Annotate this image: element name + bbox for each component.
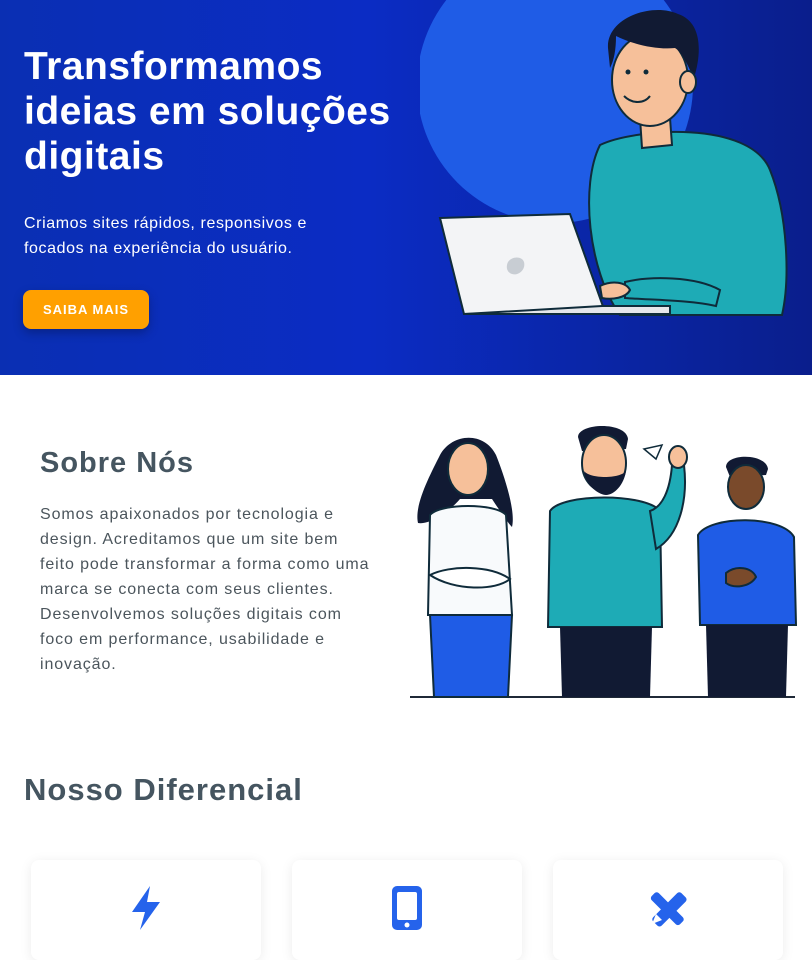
mobile-icon [392,886,422,930]
about-text: Somos apaixonados por tecnologia e desig… [40,506,370,673]
person-with-laptop-illustration [420,0,788,316]
differential-card-design [553,860,783,960]
differential-card-speed [31,860,261,960]
hero-title: Transformamos ideias em soluções digitai… [24,45,391,178]
hero-subtitle: Criamos sites rápidos, responsivos e foc… [24,215,308,257]
team-of-three-illustration [410,426,798,698]
lightning-icon [132,886,160,930]
design-tools-icon [650,892,687,927]
about-title: Sobre Nós [40,447,195,479]
differential-card-responsive [292,860,522,960]
saiba-mais-button[interactable]: SAIBA MAIS [23,290,149,329]
hero-section: Transformamos ideias em soluções digitai… [0,0,812,375]
differentials-title: Nosso Diferencial [24,772,303,807]
